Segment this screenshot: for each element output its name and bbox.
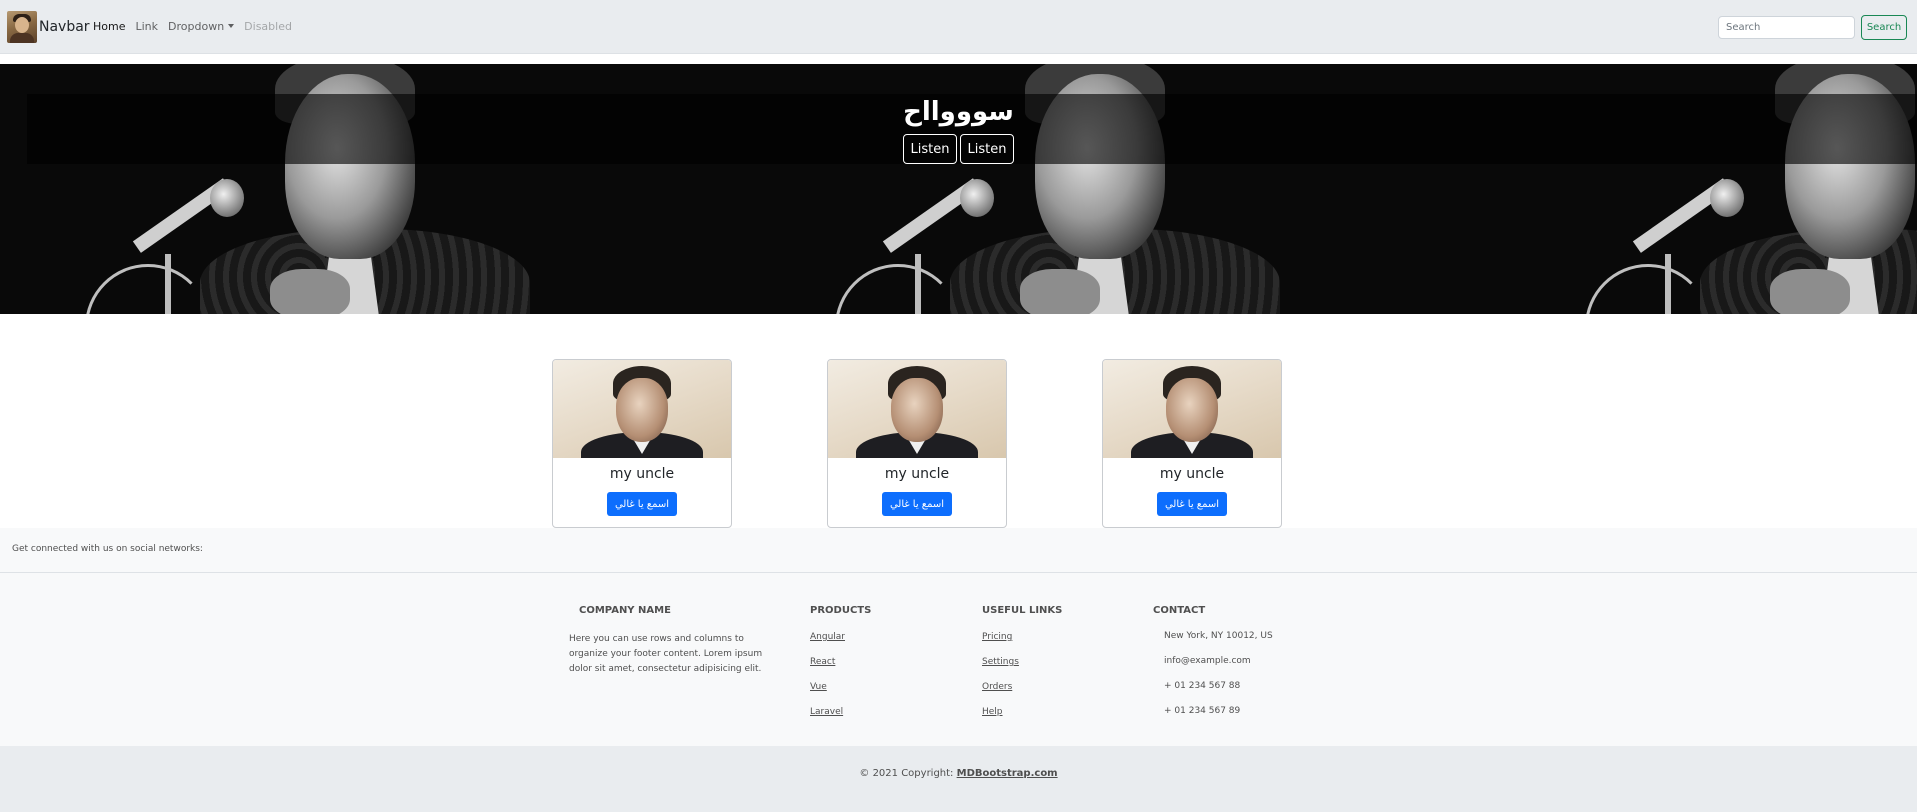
dropdown-label: Dropdown: [168, 20, 225, 33]
company-text-line: dolor sit amet, consectetur adipisicing …: [569, 664, 762, 674]
brand-avatar-image: [7, 11, 37, 43]
useful-links-heading: Useful links: [982, 605, 1063, 616]
nav-menu: Home Link Dropdown Disabled: [93, 20, 302, 33]
card-listen-button[interactable]: اسمع يا غالي: [882, 492, 952, 516]
footer-link-laravel[interactable]: Laravel: [810, 707, 843, 717]
listen-button[interactable]: Listen: [903, 134, 957, 164]
footer-link-pricing[interactable]: Pricing: [982, 632, 1012, 642]
card-image: [553, 360, 731, 458]
card-image: [1103, 360, 1281, 458]
card-listen-button[interactable]: اسمع يا غالي: [1157, 492, 1227, 516]
nav-item-disabled: Disabled: [244, 20, 292, 33]
card-listen-button[interactable]: اسمع يا غالي: [607, 492, 677, 516]
copyright-prefix: © 2021 Copyright:: [859, 768, 954, 779]
footer: Get connected with us on social networks…: [0, 528, 1917, 746]
card: my uncle اسمع يا غالي: [827, 359, 1007, 528]
social-text: Get connected with us on social networks…: [12, 544, 203, 554]
copyright-text: © 2021 Copyright: MDBootstrap.com: [0, 768, 1917, 779]
company-heading: Company name: [579, 605, 671, 616]
navbar-brand[interactable]: Navbar: [7, 11, 90, 43]
products-heading: Products: [810, 605, 872, 616]
card: my uncle اسمع يا غالي: [552, 359, 732, 528]
listen-button[interactable]: Listen: [960, 134, 1014, 164]
footer-link-react[interactable]: React: [810, 657, 835, 667]
footer-link-settings[interactable]: Settings: [982, 657, 1019, 667]
card-title: my uncle: [884, 466, 950, 482]
brand-text: Navbar: [39, 19, 90, 35]
search-input[interactable]: [1718, 16, 1855, 39]
nav-item-link[interactable]: Link: [135, 20, 158, 33]
card-title: my uncle: [1159, 466, 1225, 482]
social-section: Get connected with us on social networks…: [0, 528, 1917, 573]
contact-phone: + 01 234 567 89: [1164, 706, 1241, 716]
nav-item-home[interactable]: Home: [93, 20, 125, 33]
hero-title: سوووااح: [903, 97, 1014, 127]
hero-banner: سوووااح Listen Listen: [0, 64, 1917, 314]
footer-link-angular[interactable]: Angular: [810, 632, 845, 642]
hero-buttons: Listen Listen: [0, 134, 1917, 164]
contact-address: New York, NY 10012, US: [1164, 631, 1273, 641]
footer-link-help[interactable]: Help: [982, 707, 1003, 717]
company-text-line: organize your footer content. Lorem ipsu…: [569, 649, 763, 659]
navbar: Navbar Home Link Dropdown Disabled Searc…: [0, 0, 1917, 54]
card-image: [828, 360, 1006, 458]
nav-item-dropdown[interactable]: Dropdown: [168, 20, 235, 33]
contact-heading: Contact: [1153, 605, 1206, 616]
footer-link-vue[interactable]: Vue: [810, 682, 827, 692]
card: my uncle اسمع يا غالي: [1102, 359, 1282, 528]
contact-email: info@example.com: [1164, 656, 1251, 666]
copyright-bar: © 2021 Copyright: MDBootstrap.com: [0, 746, 1917, 812]
copyright-link[interactable]: MDBootstrap.com: [957, 768, 1058, 779]
caret-down-icon: [228, 24, 235, 28]
card-title: my uncle: [609, 466, 675, 482]
company-text-line: Here you can use rows and columns to: [569, 634, 744, 644]
search-button[interactable]: Search: [1861, 15, 1907, 40]
contact-phone: + 01 234 567 88: [1164, 681, 1241, 691]
footer-link-orders[interactable]: Orders: [982, 682, 1012, 692]
